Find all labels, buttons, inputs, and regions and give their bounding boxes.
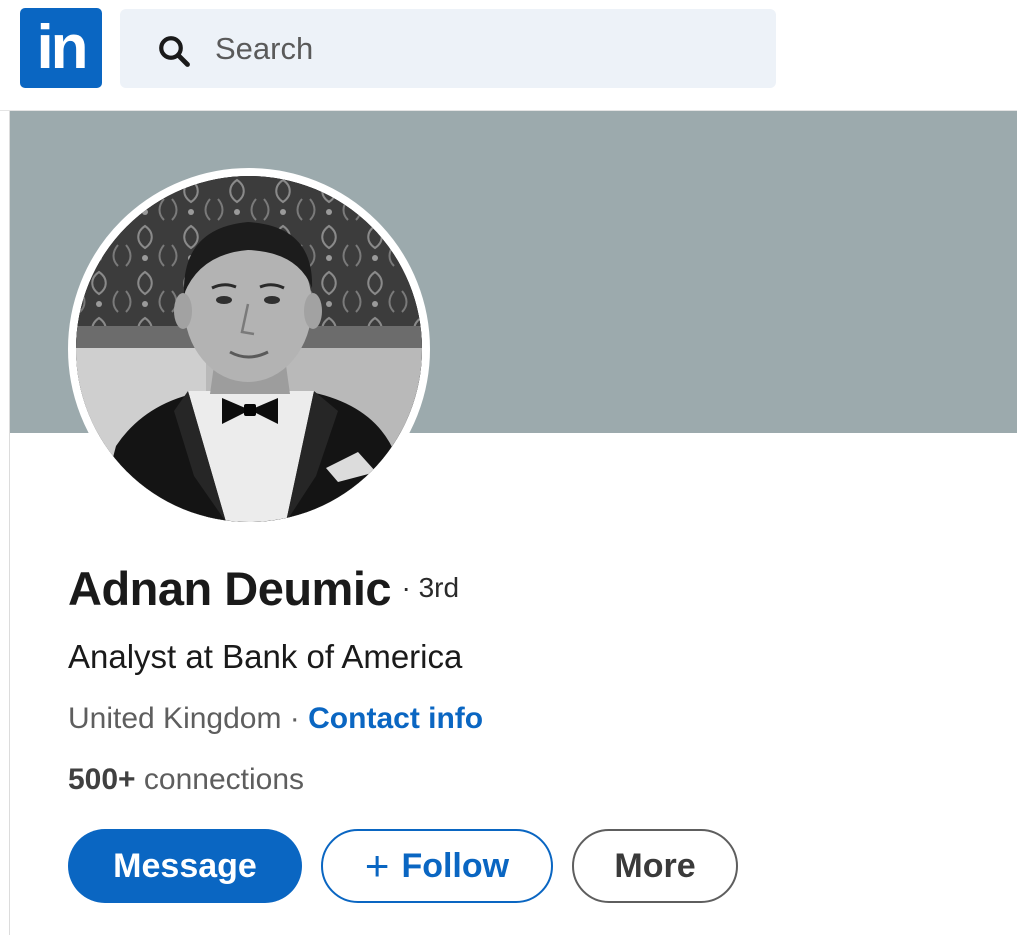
top-navigation-bar: in bbox=[0, 0, 1017, 111]
connections-count[interactable]: 500+ connections bbox=[68, 763, 304, 797]
follow-button[interactable]: + Follow bbox=[321, 829, 553, 903]
profile-headline: Analyst at Bank of America bbox=[68, 638, 463, 675]
plus-icon: + bbox=[364, 842, 390, 889]
profile-name: Adnan Deumic bbox=[68, 562, 392, 615]
connection-degree: · 3rd bbox=[401, 572, 460, 603]
profile-card: Adnan Deumic · 3rd Analyst at Bank of Am… bbox=[9, 111, 1017, 935]
search-input[interactable] bbox=[213, 26, 737, 72]
location-separator: · bbox=[281, 702, 309, 735]
linkedin-logo[interactable]: in bbox=[20, 8, 102, 88]
message-button-label: Message bbox=[113, 846, 257, 885]
search-bar[interactable] bbox=[120, 9, 776, 88]
follow-button-label: Follow bbox=[401, 846, 510, 885]
profile-photo-image bbox=[76, 176, 422, 522]
contact-info-link[interactable]: Contact info bbox=[308, 702, 483, 735]
more-button[interactable]: More bbox=[572, 829, 738, 903]
search-icon bbox=[159, 36, 190, 67]
profile-page: in Search Adnan Deumic · 3rd Analyst at … bbox=[0, 0, 1017, 935]
message-button[interactable]: Message bbox=[68, 829, 302, 903]
profile-name-row: Adnan Deumic · 3rd bbox=[68, 561, 459, 631]
profile-photo[interactable] bbox=[68, 168, 430, 530]
location-row: United Kingdom · Contact info bbox=[68, 702, 483, 736]
connections-label: connections bbox=[135, 763, 305, 796]
more-button-label: More bbox=[614, 846, 696, 885]
profile-location: United Kingdom bbox=[68, 702, 282, 735]
connections-number: 500+ bbox=[68, 763, 136, 796]
